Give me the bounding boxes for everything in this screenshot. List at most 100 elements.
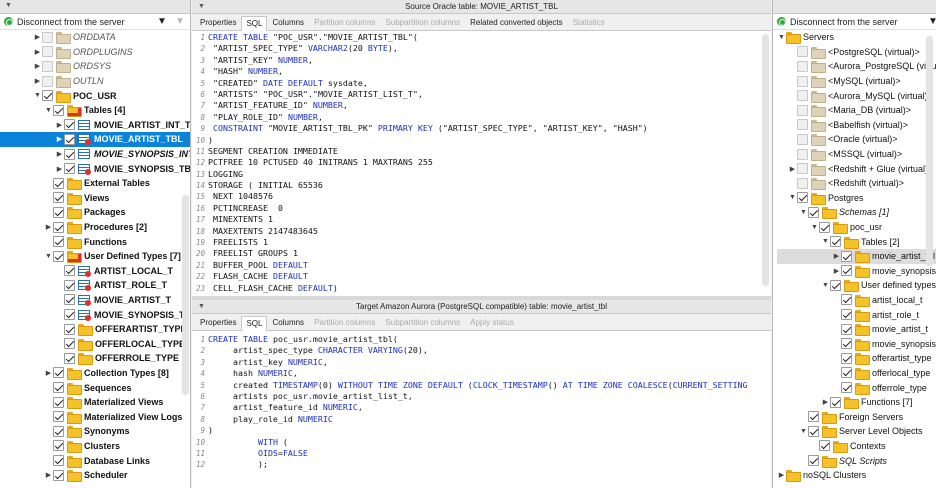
tree-checkbox[interactable] — [64, 148, 75, 160]
collapsed-arrow-icon[interactable]: ▶ — [55, 165, 64, 173]
expanded-arrow-icon[interactable]: ▼ — [799, 209, 808, 216]
collapsed-arrow-icon[interactable]: ▶ — [832, 267, 841, 275]
tree-item-clusters[interactable]: Clusters — [0, 439, 190, 454]
collapsed-arrow-icon[interactable]: ▶ — [33, 77, 42, 85]
tree-item-contexts[interactable]: Contexts — [777, 439, 936, 454]
tree-checkbox[interactable] — [53, 411, 64, 423]
tree-checkbox[interactable] — [841, 352, 852, 364]
tree-item-user-defined-types-7[interactable]: ▼ User defined types [7] — [777, 278, 936, 293]
expanded-arrow-icon[interactable]: ▼ — [799, 428, 808, 435]
tree-checkbox[interactable] — [841, 265, 852, 277]
collapsed-arrow-icon[interactable]: ▶ — [44, 471, 53, 479]
tree-checkbox[interactable] — [53, 455, 64, 467]
tree-checkbox[interactable] — [42, 90, 53, 102]
tree-checkbox[interactable] — [808, 206, 819, 218]
tree-checkbox[interactable] — [830, 279, 841, 291]
source-tree-scrollbar[interactable] — [182, 195, 189, 395]
tree-item-movie-artist-t[interactable]: MOVIE_ARTIST_T — [0, 293, 190, 308]
tree-item-movie-artist-t[interactable]: movie_artist_t — [777, 322, 936, 337]
tree-checkbox[interactable] — [64, 119, 75, 131]
tree-item-movie-synopsis-t[interactable]: MOVIE_SYNOPSIS_T — [0, 307, 190, 322]
tree-checkbox[interactable] — [42, 60, 53, 72]
tree-item-movie-artist-tbl[interactable]: ▶ movie_artist_tbl — [777, 248, 936, 264]
tree-checkbox[interactable] — [53, 177, 64, 189]
tab-columns[interactable]: Columns — [267, 15, 309, 30]
tree-item-postgresql-virtual[interactable]: <PostgreSQL (virtual)> — [777, 45, 936, 60]
tree-item-movie-synopsis-int-tbl[interactable]: ▶ MOVIE_SYNOPSIS_INT_TBL — [0, 147, 190, 162]
tree-item-nosql-clusters[interactable]: ▶ noSQL Clusters — [777, 468, 936, 483]
tree-checkbox[interactable] — [797, 104, 808, 116]
tree-checkbox[interactable] — [53, 425, 64, 437]
tree-checkbox[interactable] — [841, 250, 852, 262]
tree-checkbox[interactable] — [797, 148, 808, 160]
tree-checkbox[interactable] — [42, 31, 53, 43]
tree-item-tables-2[interactable]: ▼ Tables [2] — [777, 234, 936, 249]
tree-checkbox[interactable] — [797, 46, 808, 58]
expanded-arrow-icon[interactable]: ▼ — [44, 253, 53, 260]
target-tree-scrollbar[interactable] — [926, 36, 933, 266]
tree-checkbox[interactable] — [797, 163, 808, 175]
tree-checkbox[interactable] — [53, 104, 64, 116]
collapsed-arrow-icon[interactable]: ▶ — [55, 150, 64, 158]
collapsed-arrow-icon[interactable]: ▶ — [788, 165, 797, 173]
expanded-arrow-icon[interactable]: ▼ — [777, 34, 786, 41]
tree-item-postgres[interactable]: ▼ Postgres — [777, 191, 936, 206]
tree-checkbox[interactable] — [797, 192, 808, 204]
tree-checkbox[interactable] — [53, 221, 64, 233]
target-panel-header[interactable] — [773, 0, 936, 14]
tree-item-procedures-2[interactable]: ▶ Procedures [2] — [0, 220, 190, 235]
collapsed-arrow-icon[interactable]: ▶ — [821, 398, 830, 406]
tree-item-views[interactable]: Views — [0, 191, 190, 206]
tree-checkbox[interactable] — [42, 75, 53, 87]
tree-checkbox[interactable] — [841, 338, 852, 350]
tree-checkbox[interactable] — [53, 367, 64, 379]
collapsed-arrow-icon[interactable]: ▶ — [44, 223, 53, 231]
tree-item-ordsys[interactable]: ▶ ORDSYS — [0, 59, 190, 74]
collapse-chevron-icon[interactable]: ▼ — [198, 300, 205, 313]
collapsed-arrow-icon[interactable]: ▶ — [777, 471, 786, 479]
tree-item-sql-scripts[interactable]: SQL Scripts — [777, 453, 936, 468]
tree-item-artist-role-t[interactable]: artist_role_t — [777, 307, 936, 322]
tree-checkbox[interactable] — [797, 60, 808, 72]
tree-checkbox[interactable] — [64, 323, 75, 335]
tree-checkbox[interactable] — [53, 192, 64, 204]
tree-checkbox[interactable] — [53, 396, 64, 408]
filter-icon[interactable]: ▼ — [928, 16, 936, 27]
tree-checkbox[interactable] — [42, 46, 53, 58]
tree-checkbox[interactable] — [841, 382, 852, 394]
tree-checkbox[interactable] — [797, 90, 808, 102]
expanded-arrow-icon[interactable]: ▼ — [33, 92, 42, 99]
tree-item-functions[interactable]: Functions — [0, 234, 190, 249]
tree-item-outln[interactable]: ▶ OUTLN — [0, 74, 190, 89]
tree-checkbox[interactable] — [53, 382, 64, 394]
collapsed-arrow-icon[interactable]: ▶ — [55, 121, 64, 129]
clear-filter-icon[interactable]: ▼ — [175, 16, 185, 27]
collapse-chevron-icon[interactable]: ▼ — [198, 0, 205, 13]
tree-item-artist-local-t[interactable]: ARTIST_LOCAL_T — [0, 264, 190, 279]
tree-item-offerrole-type[interactable]: offerrole_type — [777, 380, 936, 395]
tree-item-synonyms[interactable]: Synonyms — [0, 424, 190, 439]
expanded-arrow-icon[interactable]: ▼ — [44, 107, 53, 114]
tree-checkbox[interactable] — [841, 323, 852, 335]
source-sql-editor[interactable]: 1 CREATE TABLE "POC_USR"."MOVIE_ARTIST_TB… — [192, 32, 771, 296]
tree-checkbox[interactable] — [808, 425, 819, 437]
expanded-arrow-icon[interactable]: ▼ — [821, 282, 830, 289]
tree-item-user-defined-types-7[interactable]: ▼ User Defined Types [7] — [0, 249, 190, 264]
tree-item-collection-types-8[interactable]: ▶ Collection Types [8] — [0, 366, 190, 381]
tree-item-redshift-virtual[interactable]: <Redshift (virtual)> — [777, 176, 936, 191]
filter-icon[interactable]: ▼ — [157, 16, 167, 27]
tree-checkbox[interactable] — [64, 265, 75, 277]
tree-checkbox[interactable] — [830, 396, 841, 408]
tree-item-ordplugins[interactable]: ▶ ORDPLUGINS — [0, 45, 190, 60]
source-disconnect-link[interactable]: Disconnect from the server — [17, 17, 125, 27]
tree-item-offerartist-type[interactable]: offerartist_type — [777, 351, 936, 366]
tree-item-offerlocal-type[interactable]: offerlocal_type — [777, 366, 936, 381]
tree-checkbox[interactable] — [53, 236, 64, 248]
tree-checkbox[interactable] — [819, 221, 830, 233]
tree-item-external-tables[interactable]: External Tables — [0, 176, 190, 191]
tree-checkbox[interactable] — [64, 133, 75, 145]
tree-item-redshift-glue-virtual[interactable]: ▶ <Redshift + Glue (virtual)> — [777, 161, 936, 176]
collapsed-arrow-icon[interactable]: ▶ — [832, 252, 841, 260]
tree-checkbox[interactable] — [841, 294, 852, 306]
tab-sql[interactable]: SQL — [241, 316, 268, 331]
